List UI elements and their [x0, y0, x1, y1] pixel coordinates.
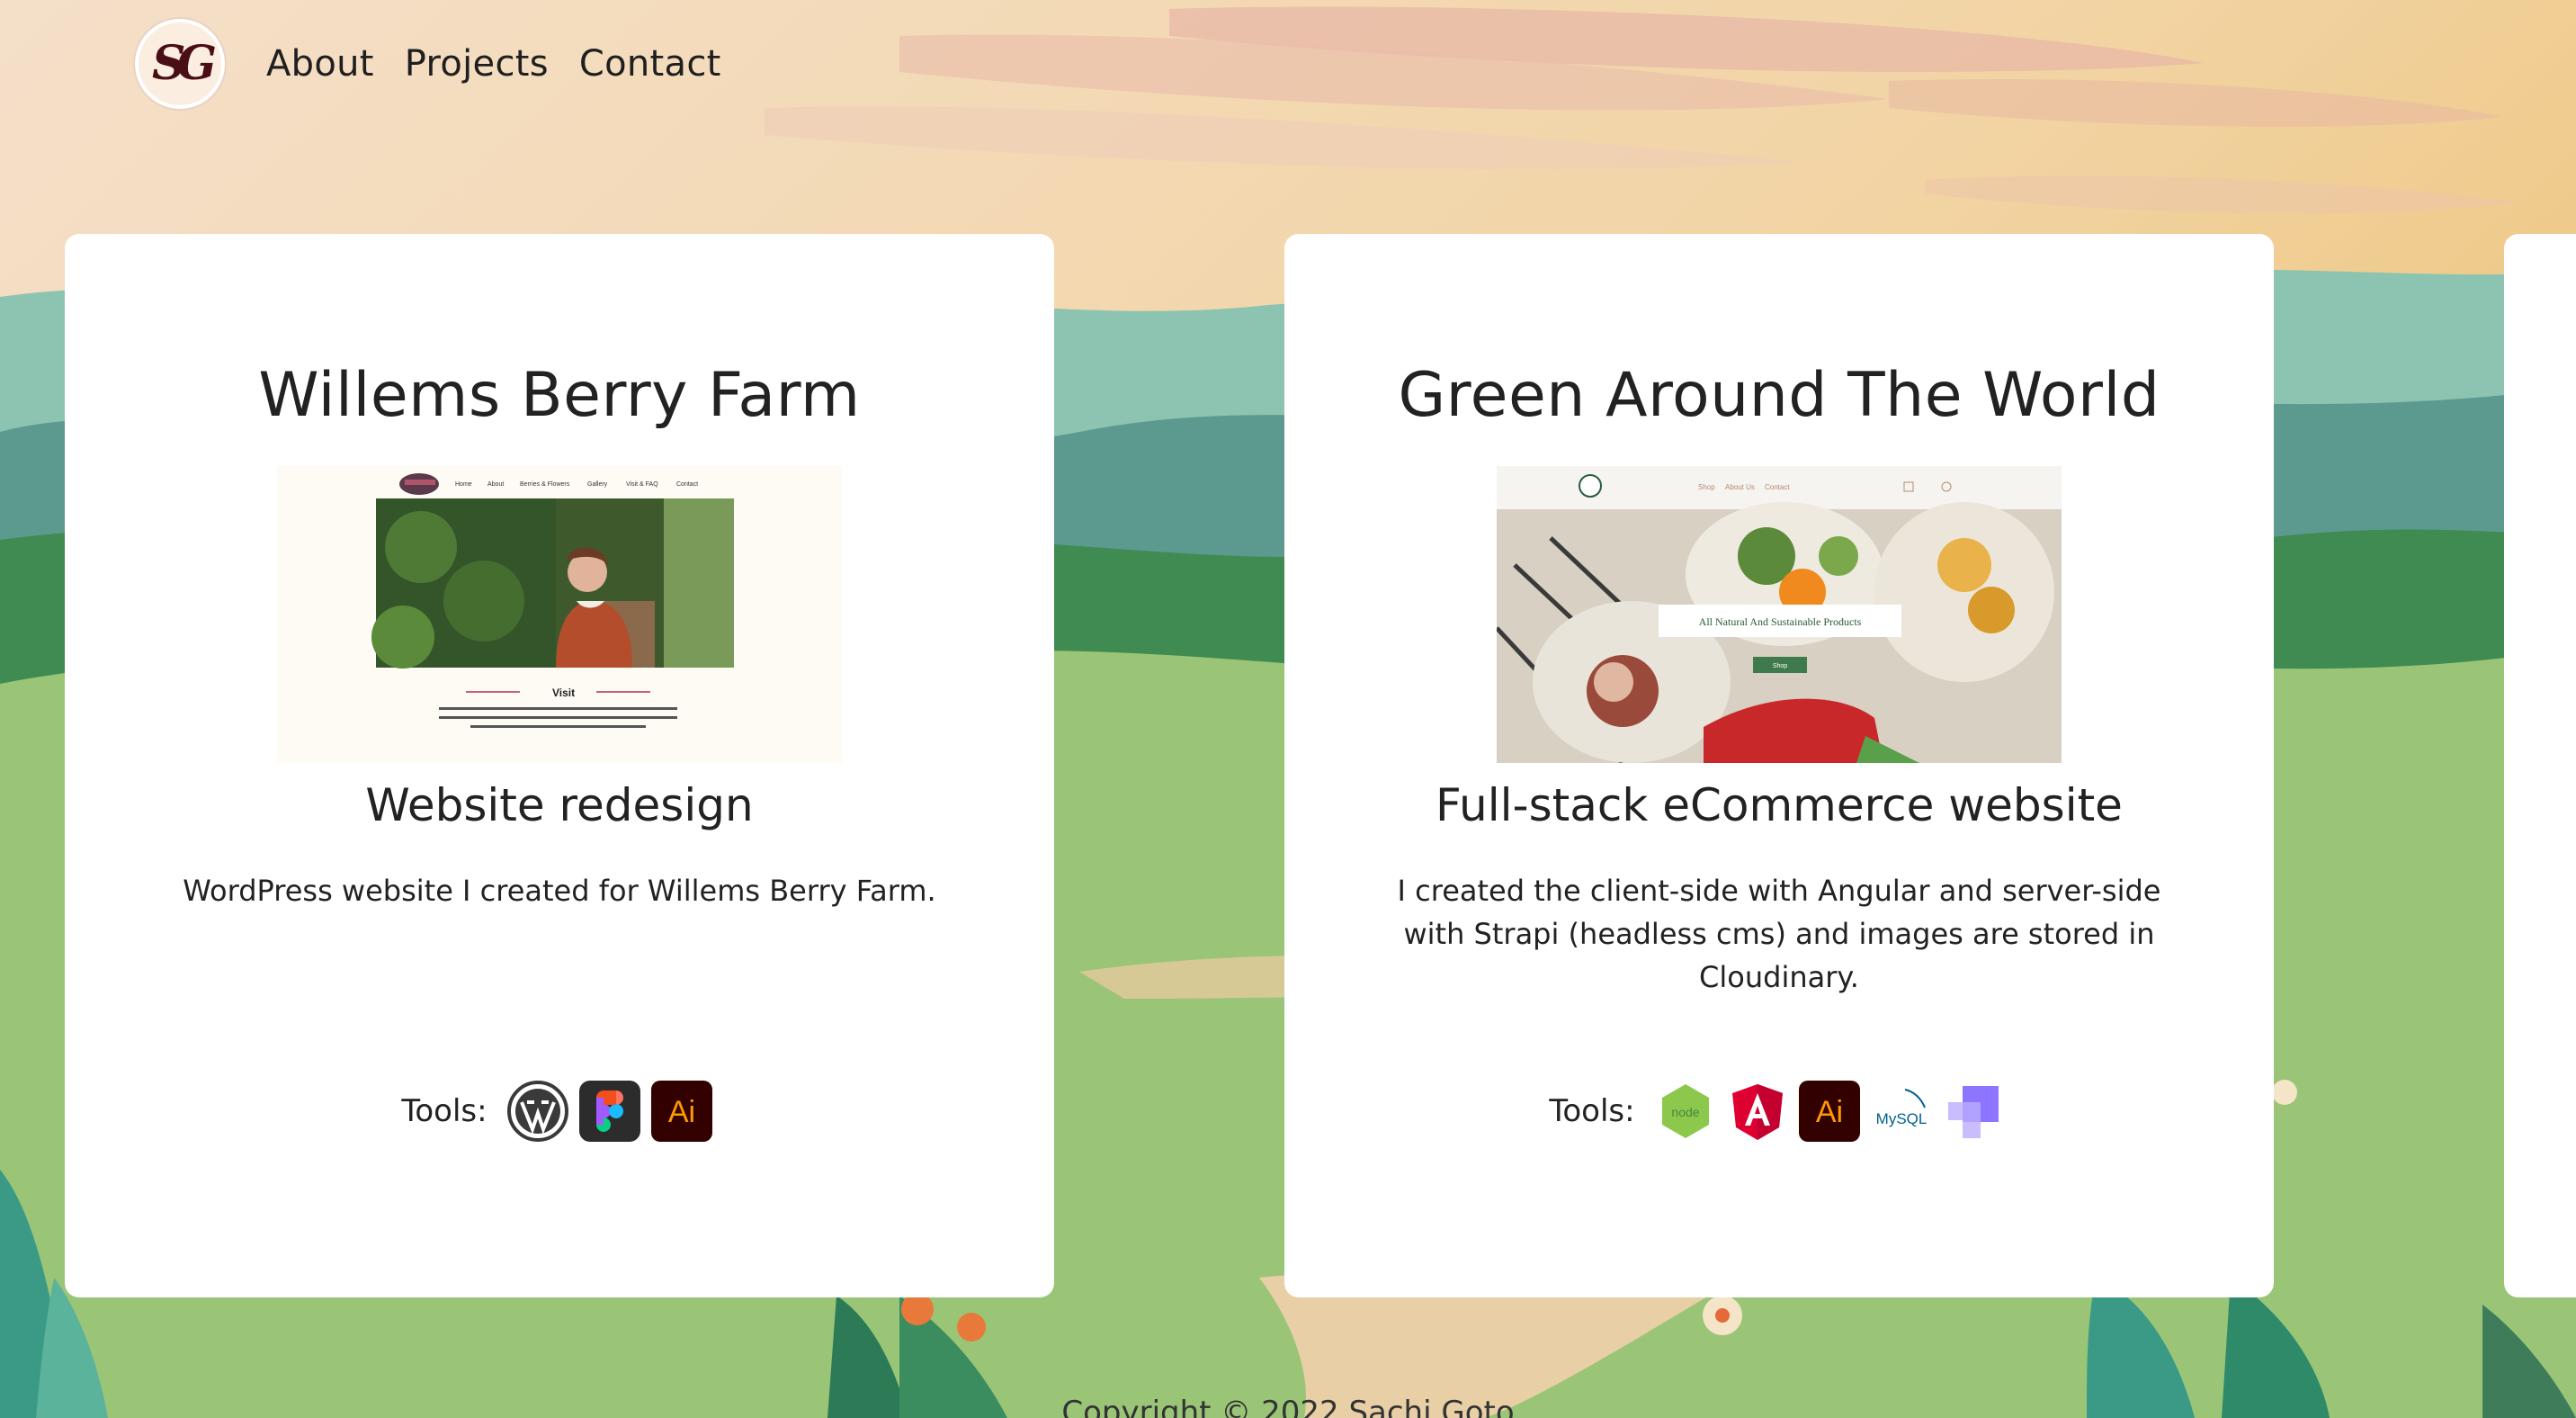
- angular-icon: [1727, 1081, 1788, 1142]
- tools-label: Tools:: [1549, 1093, 1635, 1129]
- project-title: Willems Berry Farm: [258, 360, 861, 431]
- project-description: WordPress website I created for Willems …: [183, 874, 936, 908]
- mysql-icon: MySQL: [1871, 1081, 1932, 1142]
- svg-text:Shop: Shop: [1773, 663, 1787, 669]
- svg-text:Visit: Visit: [552, 687, 575, 699]
- nav-link-about[interactable]: About: [266, 43, 374, 85]
- site-logo[interactable]: SG: [135, 18, 225, 109]
- nav-link-contact[interactable]: Contact: [579, 43, 721, 85]
- svg-text:Contact: Contact: [1765, 483, 1790, 491]
- green-preview: Shop About Us Contact All Natural And Su…: [1497, 466, 2062, 763]
- svg-text:Gallery: Gallery: [587, 481, 608, 488]
- illustrator-icon: Ai: [1798, 1081, 1860, 1142]
- svg-text:Shop: Shop: [1698, 483, 1715, 491]
- tools-row: Tools: node Ai MySQL: [1284, 1071, 2274, 1152]
- svg-text:Home: Home: [455, 481, 472, 488]
- project-subtitle: Website redesign: [365, 779, 754, 831]
- project-screenshot[interactable]: Shop About Us Contact All Natural And Su…: [1497, 466, 2062, 763]
- willems-preview: Home About Berries & Flowers Gallery Vis…: [277, 466, 842, 763]
- svg-text:node: node: [1671, 1105, 1699, 1119]
- wordpress-icon: [506, 1081, 568, 1142]
- project-screenshot[interactable]: Home About Berries & Flowers Gallery Vis…: [277, 466, 842, 763]
- svg-text:About Us: About Us: [1725, 483, 1755, 491]
- site-footer: Copyright © 2022 Sachi Goto: [1061, 1395, 1515, 1418]
- nav-link-projects[interactable]: Projects: [405, 43, 549, 85]
- tools-label: Tools:: [401, 1093, 487, 1129]
- svg-text:Contact: Contact: [676, 481, 698, 488]
- tools-row: Tools: Ai: [65, 1071, 1054, 1152]
- project-subtitle: Full-stack eCommerce website: [1436, 779, 2123, 831]
- figma-icon: [578, 1081, 640, 1142]
- project-description: I created the client-side with Angular a…: [1397, 874, 2161, 994]
- nodejs-icon: node: [1655, 1081, 1716, 1142]
- svg-text:Visit & FAQ: Visit & FAQ: [626, 481, 658, 488]
- svg-text:About: About: [487, 481, 504, 488]
- svg-text:All Natural And Sustainable Pr: All Natural And Sustainable Products: [1699, 615, 1862, 628]
- project-card-next: [2504, 234, 2576, 1297]
- strapi-icon: [1943, 1081, 2004, 1142]
- illustrator-icon: Ai: [650, 1081, 712, 1142]
- project-card-green: Green Around The World Shop About Us Con…: [1284, 234, 2274, 1297]
- svg-text:Berries & Flowers: Berries & Flowers: [520, 481, 570, 488]
- project-title: Green Around The World: [1398, 360, 2160, 431]
- svg-text:Ai: Ai: [667, 1095, 694, 1129]
- svg-text:Ai: Ai: [1815, 1095, 1842, 1129]
- project-card-willems: Willems Berry Farm Home About Berries & …: [65, 234, 1054, 1297]
- svg-text:MySQL: MySQL: [1875, 1110, 1927, 1127]
- top-nav: SG About Projects Contact: [135, 16, 752, 111]
